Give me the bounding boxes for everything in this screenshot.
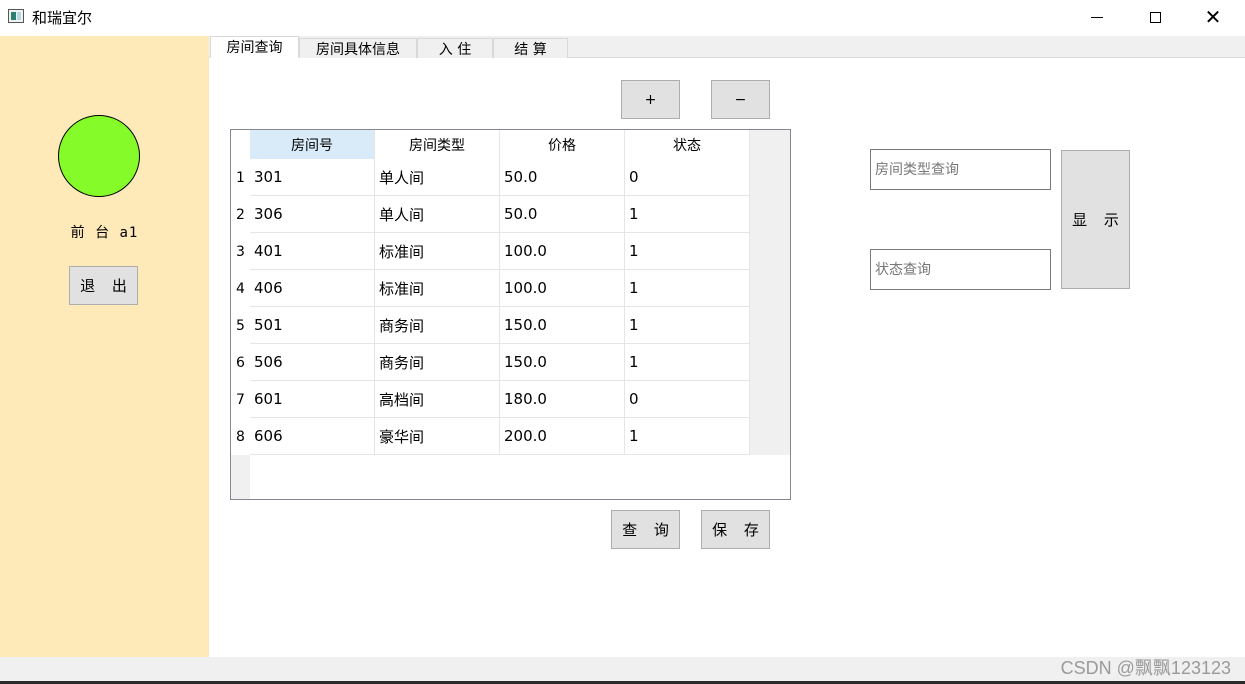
title-bar: 和瑞宜尔 ✕ [0,0,1245,34]
maximize-icon [1149,11,1161,23]
table-cell[interactable]: 0 [625,159,750,196]
table-cell[interactable]: 标准间 [375,233,500,270]
table-cell[interactable]: 301 [250,159,375,196]
user-label: 前 台 a1 [70,225,139,241]
table-cell[interactable]: 506 [250,344,375,381]
table-cell[interactable]: 单人间 [375,196,500,233]
tab-check-in[interactable]: 入 住 [417,38,493,58]
room-type-search-input[interactable] [870,149,1051,190]
status-search-input[interactable] [870,249,1051,290]
table-cell[interactable]: 商务间 [375,344,500,381]
tab-room-details[interactable]: 房间具体信息 [299,38,417,58]
table-cell[interactable]: 单人间 [375,159,500,196]
close-icon: ✕ [1204,5,1222,29]
table-cell[interactable]: 200.0 [500,418,625,455]
left-panel: 前 台 a1 退 出 [0,36,209,657]
row-header[interactable]: 2 [231,196,250,233]
table-cell[interactable]: 1 [625,196,750,233]
row-header[interactable]: 6 [231,344,250,381]
table-cell[interactable]: 100.0 [500,233,625,270]
row-header[interactable]: 5 [231,307,250,344]
table-cell[interactable]: 606 [250,418,375,455]
table-cell[interactable]: 1 [625,344,750,381]
table-cell[interactable]: 50.0 [500,159,625,196]
status-strip [0,657,1245,684]
row-header[interactable]: 8 [231,418,250,455]
row-header[interactable]: 1 [231,159,250,196]
room-table[interactable]: 房间号 房间类型 价格 状态 1 301 单人间 50.0 0 2 306 单人… [230,129,791,500]
table-cell[interactable]: 406 [250,270,375,307]
table-cell[interactable]: 306 [250,196,375,233]
table-empty-area [250,455,790,499]
app-icon [8,9,24,23]
table-cell[interactable]: 501 [250,307,375,344]
table-cell[interactable]: 601 [250,381,375,418]
column-header-room-number[interactable]: 房间号 [250,130,375,159]
close-button[interactable]: ✕ [1184,0,1242,34]
query-button[interactable]: 查 询 [611,510,680,549]
row-header[interactable]: 4 [231,270,250,307]
row-header[interactable]: 3 [231,233,250,270]
watermark: CSDN @飘飘123123 [1060,658,1231,678]
table-cell[interactable]: 1 [625,233,750,270]
table-cell[interactable]: 100.0 [500,270,625,307]
table-cell[interactable]: 高档间 [375,381,500,418]
minimize-icon [1091,16,1103,18]
show-button[interactable]: 显 示 [1061,150,1130,289]
table-cell[interactable]: 豪华间 [375,418,500,455]
window-title: 和瑞宜尔 [32,9,93,27]
tab-room-query[interactable]: 房间查询 [210,36,299,58]
table-cell[interactable]: 1 [625,270,750,307]
column-header-price[interactable]: 价格 [500,130,625,159]
table-cell[interactable]: 150.0 [500,344,625,381]
maximize-button[interactable] [1126,0,1184,34]
table-cell[interactable]: 1 [625,307,750,344]
table-cell[interactable]: 150.0 [500,307,625,344]
table-cell[interactable]: 1 [625,418,750,455]
minimize-button[interactable] [1068,0,1126,34]
table-cell[interactable]: 401 [250,233,375,270]
add-row-button[interactable]: + [621,80,680,119]
table-cell[interactable]: 50.0 [500,196,625,233]
exit-button[interactable]: 退 出 [69,266,138,305]
tab-checkout[interactable]: 结 算 [493,38,568,58]
column-header-room-type[interactable]: 房间类型 [375,130,500,159]
column-header-status[interactable]: 状态 [625,130,750,159]
remove-row-button[interactable]: − [711,80,770,119]
table-cell[interactable]: 0 [625,381,750,418]
table-cell[interactable]: 商务间 [375,307,500,344]
table-cell[interactable]: 180.0 [500,381,625,418]
row-header[interactable]: 7 [231,381,250,418]
table-corner [231,130,250,159]
save-button[interactable]: 保 存 [701,510,770,549]
tab-strip: 房间查询 房间具体信息 入 住 结 算 [209,36,1245,58]
avatar [58,115,140,197]
table-cell[interactable]: 标准间 [375,270,500,307]
